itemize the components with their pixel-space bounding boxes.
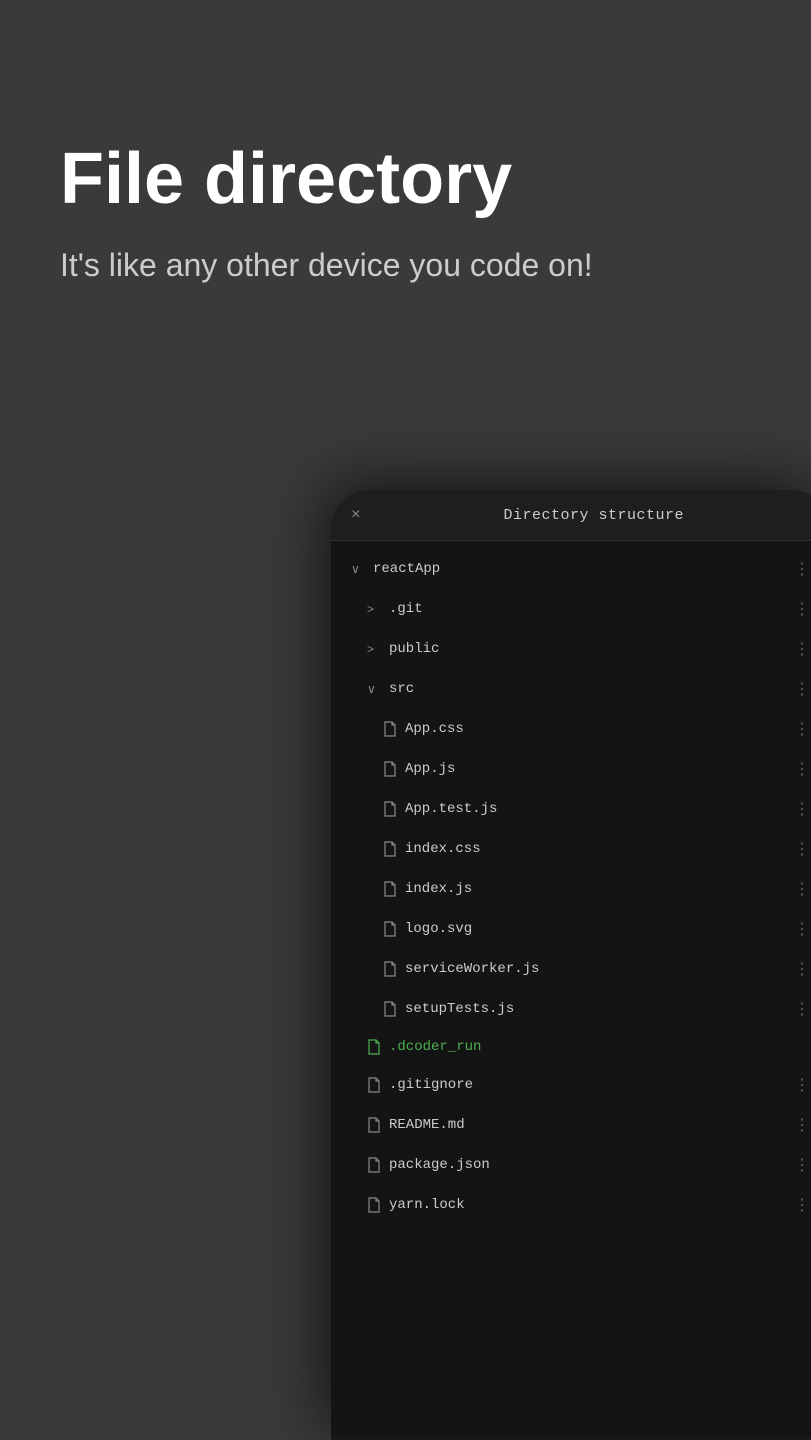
tree-item-index-js[interactable]: index.js ⋮ xyxy=(331,869,811,909)
file-icon xyxy=(383,961,397,977)
tree-item-yarn-lock[interactable]: yarn.lock ⋮ xyxy=(331,1185,811,1225)
file-label: App.css xyxy=(405,721,464,737)
folder-label: reactApp xyxy=(373,561,440,577)
file-label: App.js xyxy=(405,761,455,777)
file-icon xyxy=(367,1077,381,1093)
tree-item-reactApp[interactable]: ∨ reactApp ⋮ xyxy=(331,549,811,589)
context-menu-icon[interactable]: ⋮ xyxy=(794,1155,811,1175)
file-icon xyxy=(383,1001,397,1017)
tree-item-serviceWorker[interactable]: serviceWorker.js ⋮ xyxy=(331,949,811,989)
tree-item-logo-svg[interactable]: logo.svg ⋮ xyxy=(331,909,811,949)
page-subtitle: It's like any other device you code on! xyxy=(60,243,620,288)
phone-container: × Directory structure ∨ reactApp ⋮ > .git ⋮ > p… xyxy=(331,490,811,1440)
context-menu-icon[interactable]: ⋮ xyxy=(794,1075,811,1095)
tree-item-dcoder-run[interactable]: .dcoder_run xyxy=(331,1029,811,1065)
chevron-down-icon: ∨ xyxy=(351,562,365,576)
chevron-down-icon: ∨ xyxy=(367,682,381,696)
tree-item-package-json[interactable]: package.json ⋮ xyxy=(331,1145,811,1185)
close-button[interactable]: × xyxy=(351,506,361,524)
file-icon xyxy=(383,721,397,737)
file-label: index.css xyxy=(405,841,481,857)
tree-item-app-css[interactable]: App.css ⋮ xyxy=(331,709,811,749)
file-tree[interactable]: ∨ reactApp ⋮ > .git ⋮ > public ⋮ ∨ src ⋮ App.css ⋮ A… xyxy=(331,541,811,1437)
panel-header: × Directory structure xyxy=(331,490,811,541)
tree-item-index-css[interactable]: index.css ⋮ xyxy=(331,829,811,869)
chevron-right-icon: > xyxy=(367,642,381,656)
tree-item-setupTests[interactable]: setupTests.js ⋮ xyxy=(331,989,811,1029)
tree-item-app-js[interactable]: App.js ⋮ xyxy=(331,749,811,789)
file-label: README.md xyxy=(389,1117,465,1133)
file-icon xyxy=(367,1197,381,1213)
hero-section: File directory It's like any other devic… xyxy=(0,0,811,328)
tree-item-git[interactable]: > .git ⋮ xyxy=(331,589,811,629)
context-menu-icon[interactable]: ⋮ xyxy=(794,879,811,899)
file-icon xyxy=(367,1039,381,1055)
file-label: .dcoder_run xyxy=(389,1039,481,1055)
file-icon xyxy=(367,1117,381,1133)
context-menu-icon[interactable]: ⋮ xyxy=(794,559,811,579)
folder-label: public xyxy=(389,641,439,657)
folder-label: .git xyxy=(389,601,423,617)
context-menu-icon[interactable]: ⋮ xyxy=(794,1115,811,1135)
file-label: yarn.lock xyxy=(389,1197,465,1213)
context-menu-icon[interactable]: ⋮ xyxy=(794,719,811,739)
context-menu-icon[interactable]: ⋮ xyxy=(794,839,811,859)
page-title: File directory xyxy=(60,140,751,219)
context-menu-icon[interactable]: ⋮ xyxy=(794,999,811,1019)
file-label: logo.svg xyxy=(405,921,472,937)
file-icon xyxy=(383,801,397,817)
tree-item-app-test-js[interactable]: App.test.js ⋮ xyxy=(331,789,811,829)
file-icon xyxy=(383,881,397,897)
file-label: index.js xyxy=(405,881,472,897)
file-icon xyxy=(383,841,397,857)
context-menu-icon[interactable]: ⋮ xyxy=(794,799,811,819)
file-label: serviceWorker.js xyxy=(405,961,539,977)
file-label: App.test.js xyxy=(405,801,497,817)
context-menu-icon[interactable]: ⋮ xyxy=(794,759,811,779)
file-label: setupTests.js xyxy=(405,1001,514,1017)
context-menu-icon[interactable]: ⋮ xyxy=(794,679,811,699)
file-icon xyxy=(367,1157,381,1173)
folder-label: src xyxy=(389,681,414,697)
file-label: package.json xyxy=(389,1157,490,1173)
tree-item-gitignore[interactable]: .gitignore ⋮ xyxy=(331,1065,811,1105)
panel-title: Directory structure xyxy=(377,507,811,524)
tree-item-src[interactable]: ∨ src ⋮ xyxy=(331,669,811,709)
chevron-right-icon: > xyxy=(367,602,381,616)
file-icon xyxy=(383,921,397,937)
tree-item-readme[interactable]: README.md ⋮ xyxy=(331,1105,811,1145)
context-menu-icon[interactable]: ⋮ xyxy=(794,919,811,939)
file-label: .gitignore xyxy=(389,1077,473,1093)
tree-item-public[interactable]: > public ⋮ xyxy=(331,629,811,669)
context-menu-icon[interactable]: ⋮ xyxy=(794,599,811,619)
context-menu-icon[interactable]: ⋮ xyxy=(794,1195,811,1215)
context-menu-icon[interactable]: ⋮ xyxy=(794,959,811,979)
context-menu-icon[interactable]: ⋮ xyxy=(794,639,811,659)
phone-frame: × Directory structure ∨ reactApp ⋮ > .git ⋮ > p… xyxy=(331,490,811,1440)
file-icon xyxy=(383,761,397,777)
